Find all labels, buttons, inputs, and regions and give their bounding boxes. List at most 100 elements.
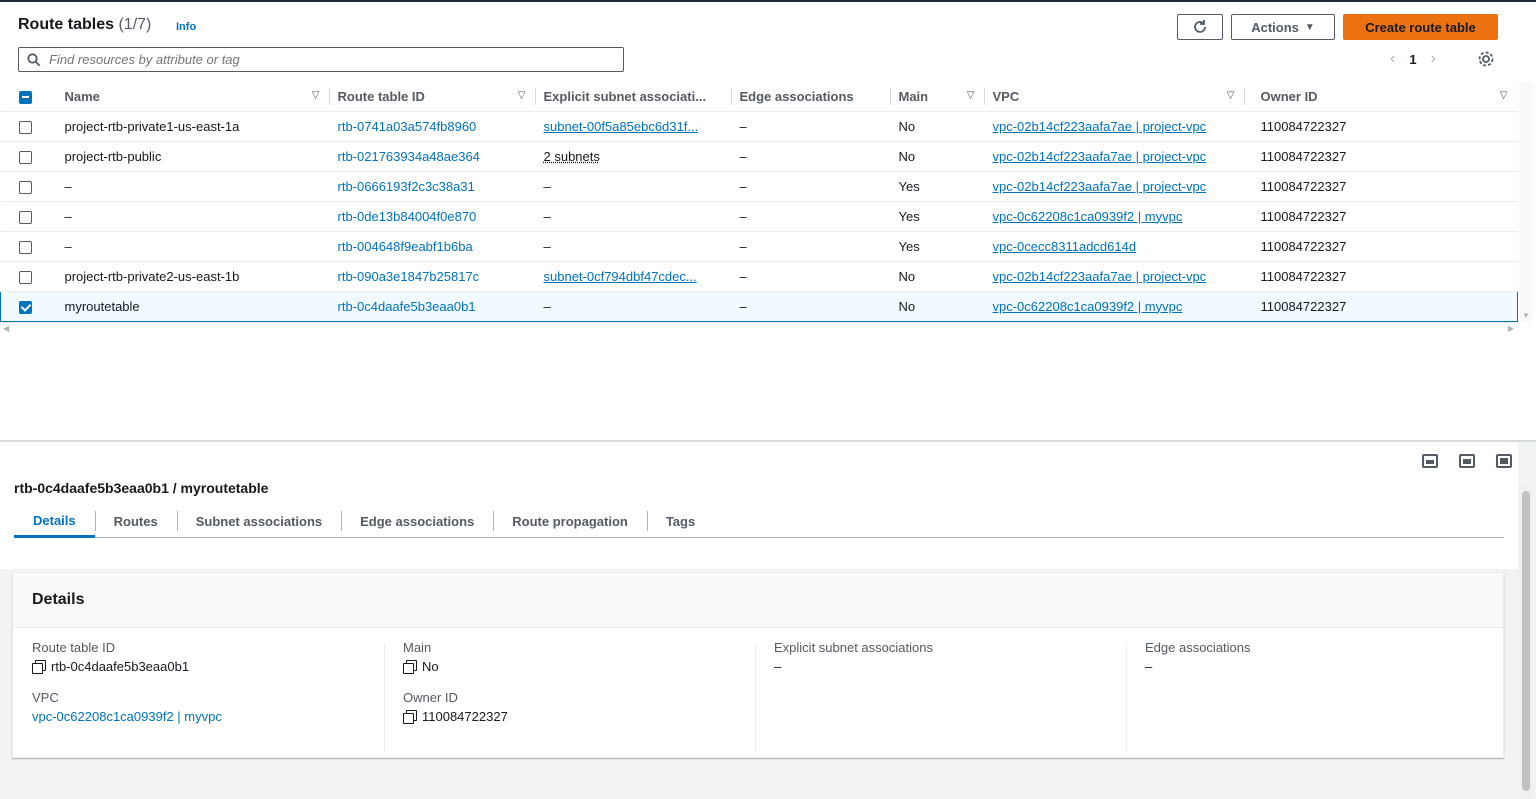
selection-count: (1/7) bbox=[118, 16, 152, 33]
row-select-cell[interactable] bbox=[0, 111, 49, 142]
row-route-table-id-link[interactable]: rtb-004648f9eabf1b6ba bbox=[329, 231, 536, 262]
row-main: No bbox=[890, 290, 985, 322]
row-checkbox[interactable] bbox=[18, 120, 32, 134]
row-vpc-link[interactable]: vpc-0c62208c1ca0939f2 | myvpc bbox=[984, 201, 1245, 232]
vpc-label: VPC bbox=[32, 690, 59, 705]
select-all-checkbox[interactable] bbox=[18, 90, 32, 104]
row-checkbox[interactable] bbox=[19, 300, 32, 314]
row-route-table-id-link[interactable]: rtb-0c4daafe5b3eaa0b1 bbox=[329, 290, 536, 322]
search-input[interactable] bbox=[49, 52, 609, 67]
row-route-table-id-link[interactable]: rtb-021763934a48ae364 bbox=[329, 141, 536, 172]
tab-edge-associations[interactable]: Edge associations bbox=[341, 506, 493, 537]
row-explicit-subnet[interactable]: subnet-00f5a85ebc6d31f... bbox=[535, 111, 732, 142]
tab-routes[interactable]: Routes bbox=[94, 506, 177, 537]
detail-vertical-scrollbar[interactable] bbox=[1519, 487, 1533, 799]
table-header-row: Name ▽ Route table ID ▽ Explicit subnet as… bbox=[0, 82, 1518, 112]
column-header-vpc[interactable]: VPC ▽ bbox=[984, 82, 1245, 112]
row-vpc-link[interactable]: vpc-02b14cf223aafa7ae | project-vpc bbox=[984, 171, 1245, 202]
sort-icon[interactable]: ▽ bbox=[1227, 90, 1235, 101]
row-vpc-link[interactable]: vpc-02b14cf223aafa7ae | project-vpc bbox=[984, 111, 1245, 142]
table-row[interactable]: project-rtb-private2-us-east-1b rtb-090a3… bbox=[0, 261, 1518, 292]
caret-down-icon: ▼ bbox=[1304, 21, 1315, 33]
column-header-name[interactable]: Name ▽ bbox=[48, 82, 330, 112]
column-header-explicit-subnet[interactable]: Explicit subnet associati... bbox=[535, 82, 732, 112]
info-link[interactable]: Info bbox=[176, 21, 196, 33]
column-header-route-table-id[interactable]: Route table ID ▽ bbox=[329, 82, 536, 112]
row-explicit-subnet[interactable]: 2 subnets bbox=[535, 141, 732, 172]
sort-icon[interactable]: ▽ bbox=[1500, 90, 1508, 101]
scrollbar-thumb[interactable] bbox=[1522, 491, 1530, 791]
actions-button[interactable]: Actions ▼ bbox=[1231, 14, 1335, 40]
row-owner-id: 110084722327 bbox=[1244, 201, 1518, 232]
table-row[interactable]: – rtb-0666193f2c3c38a31– – Yes vpc-02b14cf22… bbox=[0, 171, 1518, 202]
bottom-split-icon[interactable] bbox=[1422, 454, 1438, 468]
row-select-cell[interactable] bbox=[0, 261, 49, 292]
row-select-cell[interactable] bbox=[0, 201, 49, 232]
row-select-cell[interactable] bbox=[0, 231, 49, 262]
table-vertical-scrollbar[interactable]: ▼ bbox=[1519, 82, 1533, 322]
row-checkbox[interactable] bbox=[18, 150, 32, 164]
row-route-table-id-link[interactable]: rtb-090a3e1847b25817c bbox=[329, 261, 536, 292]
search-box[interactable] bbox=[18, 47, 624, 72]
row-name: – bbox=[48, 171, 330, 202]
copy-icon[interactable] bbox=[403, 660, 417, 674]
details-column-4: Edge associations – bbox=[1126, 640, 1497, 758]
full-view-icon[interactable] bbox=[1496, 454, 1512, 468]
row-main: Yes bbox=[890, 201, 985, 232]
row-vpc-link[interactable]: vpc-02b14cf223aafa7ae | project-vpc bbox=[984, 261, 1245, 292]
tab-details[interactable]: Details bbox=[14, 506, 95, 538]
next-page-icon[interactable]: › bbox=[1431, 50, 1436, 68]
table-row[interactable]: – rtb-004648f9eabf1b6ba – – Yes vpc-0cecc8311… bbox=[0, 231, 1518, 262]
row-vpc-link[interactable]: vpc-0cecc8311adcd614d bbox=[984, 231, 1245, 262]
table-row[interactable]: project-rtb-public rtb-021763934a48ae364 2… bbox=[0, 141, 1518, 172]
row-select-cell[interactable] bbox=[0, 290, 49, 322]
column-header-main[interactable]: Main ▽ bbox=[890, 82, 985, 112]
select-all-header[interactable] bbox=[0, 82, 49, 112]
column-header-edge-associations[interactable]: Edge associations bbox=[731, 82, 891, 112]
row-select-cell[interactable] bbox=[0, 171, 49, 202]
tab-subnet-associations[interactable]: Subnet associations bbox=[176, 506, 341, 537]
tab-route-propagation[interactable]: Route propagation bbox=[493, 506, 647, 537]
row-edge-associations: – bbox=[731, 231, 891, 262]
previous-page-icon[interactable]: ‹ bbox=[1390, 50, 1395, 68]
row-vpc-link[interactable]: vpc-0c62208c1ca0939f2 | myvpc bbox=[984, 290, 1245, 322]
create-route-table-button[interactable]: Create route table bbox=[1343, 14, 1498, 40]
tab-tags[interactable]: Tags bbox=[646, 506, 714, 537]
current-page[interactable]: 1 bbox=[1409, 52, 1416, 67]
table-horizontal-scrollbar[interactable]: ◀ ▶ bbox=[0, 322, 1517, 334]
refresh-button[interactable] bbox=[1177, 14, 1223, 40]
sort-icon[interactable]: ▽ bbox=[312, 90, 320, 101]
copy-icon[interactable] bbox=[32, 660, 46, 674]
table-row[interactable]: – rtb-0de13b84004f0e870– – Yes vpc-0c62208c1… bbox=[0, 201, 1518, 232]
main-label: Main bbox=[403, 640, 432, 655]
row-owner-id: 110084722327 bbox=[1244, 231, 1518, 262]
sort-icon[interactable]: ▽ bbox=[518, 90, 526, 101]
row-vpc-link[interactable]: vpc-02b14cf223aafa7ae | project-vpc bbox=[984, 141, 1245, 172]
row-name: – bbox=[48, 201, 330, 232]
page-title: Route tables (1/7) bbox=[18, 16, 151, 34]
table-row[interactable]: project-rtb-private1-us-east-1a rtb-0741a… bbox=[0, 111, 1518, 142]
owner-id-label: Owner ID bbox=[403, 690, 458, 705]
row-main: No bbox=[890, 261, 985, 292]
row-route-table-id-link[interactable]: rtb-0741a03a574fb8960 bbox=[329, 111, 536, 142]
side-split-icon[interactable] bbox=[1459, 454, 1475, 468]
row-explicit-subnet: – bbox=[535, 201, 732, 232]
route-tables-table: Name ▽ Route table ID ▽ Explicit subnet as… bbox=[0, 82, 1520, 322]
sort-icon[interactable]: ▽ bbox=[967, 90, 975, 101]
row-checkbox[interactable] bbox=[18, 240, 32, 254]
copy-icon[interactable] bbox=[403, 710, 417, 724]
column-header-owner-id[interactable]: Owner ID ▽ bbox=[1244, 82, 1518, 112]
row-route-table-id-link[interactable]: rtb-0666193f2c3c38a31 bbox=[329, 171, 536, 202]
row-main: No bbox=[890, 141, 985, 172]
row-route-table-id-link[interactable]: rtb-0de13b84004f0e870 bbox=[329, 201, 536, 232]
row-checkbox[interactable] bbox=[18, 210, 32, 224]
row-name: myroutetable bbox=[48, 290, 330, 322]
row-checkbox[interactable] bbox=[18, 270, 32, 284]
row-select-cell[interactable] bbox=[0, 141, 49, 172]
vpc-link[interactable]: vpc-0c62208c1ca0939f2 | myvpc bbox=[32, 709, 384, 724]
row-explicit-subnet[interactable]: subnet-0cf794dbf47cdec... bbox=[535, 261, 732, 292]
table-row[interactable]: myroutetable rtb-0c4daafe5b3eaa0b1– – No vpc… bbox=[0, 290, 1518, 322]
row-checkbox[interactable] bbox=[18, 180, 32, 194]
settings-gear-icon[interactable] bbox=[1477, 50, 1495, 71]
row-name: project-rtb-public bbox=[48, 141, 330, 172]
